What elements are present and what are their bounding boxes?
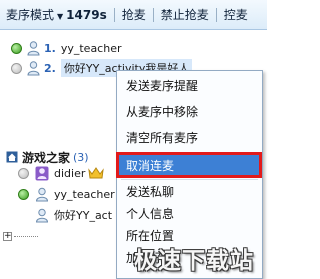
- menu-item-send-mic-reminder[interactable]: 发送麦序提醒: [117, 75, 262, 97]
- user-icon: [27, 40, 40, 55]
- forbid-grab-mic-button[interactable]: 禁止抢麦: [154, 0, 216, 30]
- status-placeholder: [18, 210, 29, 221]
- member-row[interactable]: yy_teacher: [0, 184, 115, 204]
- queue-index: 2.: [44, 61, 56, 75]
- channel-member-count: (3): [73, 150, 89, 164]
- online-status-icon: [18, 188, 29, 200]
- menu-item-clear-queue[interactable]: 清空所有麦序: [117, 127, 262, 149]
- online-status-icon: [11, 42, 22, 54]
- member-row[interactable]: 你好YY_act: [0, 205, 112, 225]
- chevron-down-icon: ▼: [57, 11, 64, 21]
- home-icon: [6, 151, 18, 163]
- mic-mode-label: 麦序模式: [6, 7, 55, 22]
- mic-toolbar: 麦序模式 ▼ 1479s 抢麦 禁止抢麦 控麦: [0, 0, 267, 30]
- menu-item-remove-from-queue[interactable]: 从麦序中移除: [117, 101, 262, 123]
- mic-mode-dropdown[interactable]: 麦序模式 ▼ 1479s: [0, 0, 114, 30]
- member-name: didier: [54, 166, 86, 180]
- mic-time-count: 1479s: [66, 7, 107, 22]
- highlight-box: [116, 152, 262, 178]
- member-row[interactable]: didier: [0, 163, 105, 183]
- menu-item-send-private-chat[interactable]: 发送私聊: [117, 181, 262, 203]
- member-name: 你好YY_act: [54, 209, 113, 222]
- user-icon: [35, 208, 49, 222]
- control-mic-button[interactable]: 控麦: [217, 0, 255, 30]
- user-icon: [35, 187, 49, 201]
- queue-index: 1.: [44, 41, 56, 55]
- away-status-icon: [11, 62, 22, 74]
- menu-item-profile[interactable]: 个人信息: [117, 203, 262, 225]
- away-status-icon: [18, 167, 29, 179]
- queue-user-name: yy_teacher: [60, 41, 122, 55]
- admin-user-icon: [35, 166, 49, 180]
- expand-toggle-icon[interactable]: +: [3, 232, 12, 241]
- watermark-logo: 极速下载站: [134, 248, 254, 274]
- user-icon: [27, 60, 40, 75]
- member-name: yy_teacher: [54, 187, 115, 201]
- tree-connector: [14, 236, 38, 237]
- grab-mic-button[interactable]: 抢麦: [115, 0, 153, 30]
- queue-row[interactable]: 1. yy_teacher: [0, 38, 267, 58]
- menu-divider: [121, 179, 258, 180]
- crown-icon: [88, 167, 105, 179]
